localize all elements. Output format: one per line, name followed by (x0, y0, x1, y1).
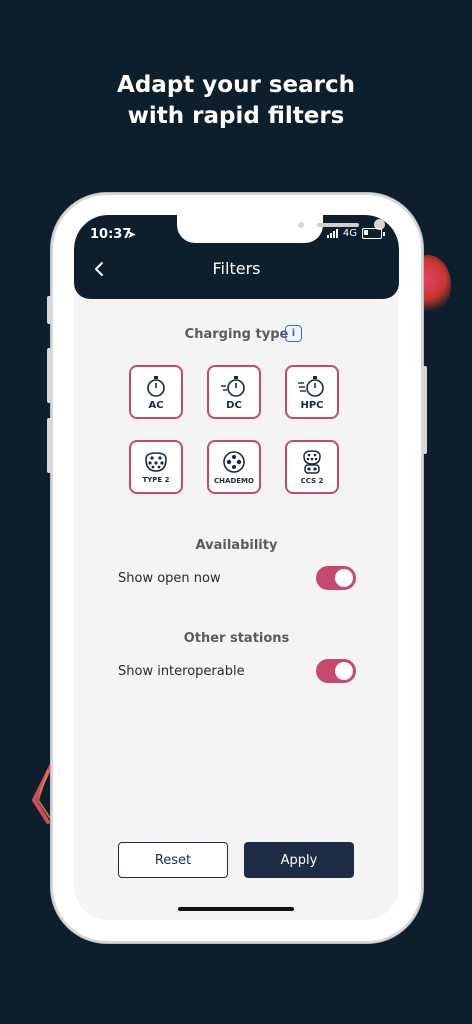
tile-label: CHADEMO (214, 477, 254, 485)
status-indicators: 4G (326, 228, 385, 239)
headline-line-2: with rapid filters (127, 103, 345, 129)
battery-tip (383, 231, 385, 236)
tile-label: CCS 2 (300, 477, 324, 485)
signal-icon (326, 229, 338, 238)
tile-label: AC (148, 399, 164, 411)
show-open-now-label: Show open now (118, 571, 221, 586)
filter-tile-hpc[interactable]: HPC (285, 365, 339, 419)
apply-button[interactable]: Apply (244, 842, 354, 878)
filter-tile-dc[interactable]: DC (207, 365, 261, 419)
show-interoperable-label: Show interoperable (118, 664, 245, 679)
show-open-now-toggle[interactable] (316, 566, 356, 590)
phone-volume-down (47, 418, 53, 473)
headline-line-1: Adapt your search (117, 72, 355, 98)
filter-tile-ac[interactable]: AC (129, 365, 183, 419)
phone-screen: 10:37 ➤ 4G Filters Charging type i AC DC… (74, 215, 399, 920)
reset-button[interactable]: Reset (118, 842, 228, 878)
info-icon[interactable]: i (285, 325, 302, 342)
phone-volume-up (47, 348, 53, 403)
stopwatch-fast-icon (221, 375, 245, 397)
network-label: 4G (342, 228, 357, 239)
filter-tile-type2[interactable]: TYPE 2 (129, 440, 183, 494)
type2-connector-icon (145, 452, 167, 472)
status-time: 10:37 (90, 227, 132, 242)
headline: Adapt your search with rapid filters (0, 70, 472, 132)
toggle-knob (335, 662, 353, 680)
page-title: Filters (212, 259, 261, 278)
stopwatch-faster-icon (298, 375, 324, 397)
tile-label: TYPE 2 (142, 476, 170, 484)
location-arrow-icon: ➤ (127, 228, 137, 241)
notch (177, 215, 385, 243)
filter-tile-chademo[interactable]: CHADEMO (207, 440, 261, 494)
tile-label: HPC (300, 399, 324, 411)
toggle-knob (335, 569, 353, 587)
phone-power-button (421, 366, 427, 454)
battery-icon (362, 228, 382, 239)
show-interoperable-toggle[interactable] (316, 659, 356, 683)
tile-label: DC (226, 399, 242, 411)
speaker (317, 223, 359, 227)
stopwatch-icon (147, 375, 165, 397)
phone-side-button (47, 296, 53, 324)
chademo-connector-icon (223, 451, 245, 473)
top-bar: 10:37 ➤ 4G Filters (74, 215, 399, 299)
sensor-dot (298, 222, 304, 228)
ccs2-connector-icon (303, 450, 321, 474)
filter-tile-ccs2[interactable]: CCS 2 (285, 440, 339, 494)
availability-title: Availability (195, 538, 278, 553)
charging-type-title: Charging type (184, 327, 289, 342)
home-indicator (178, 907, 294, 911)
other-stations-title: Other stations (183, 631, 290, 646)
